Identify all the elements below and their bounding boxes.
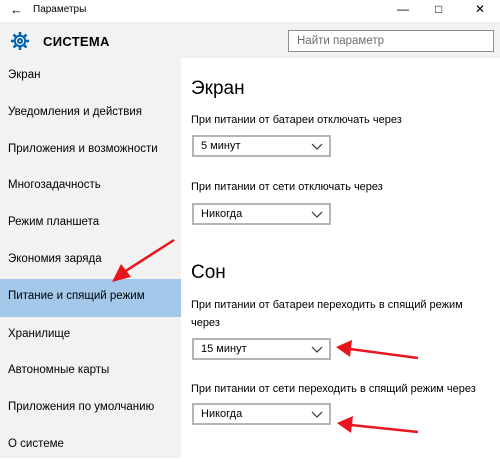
red-arrow-icon xyxy=(337,416,419,434)
annotation-arrows xyxy=(112,238,419,434)
red-arrow-icon xyxy=(336,340,419,360)
red-arrow-icon xyxy=(112,238,175,282)
